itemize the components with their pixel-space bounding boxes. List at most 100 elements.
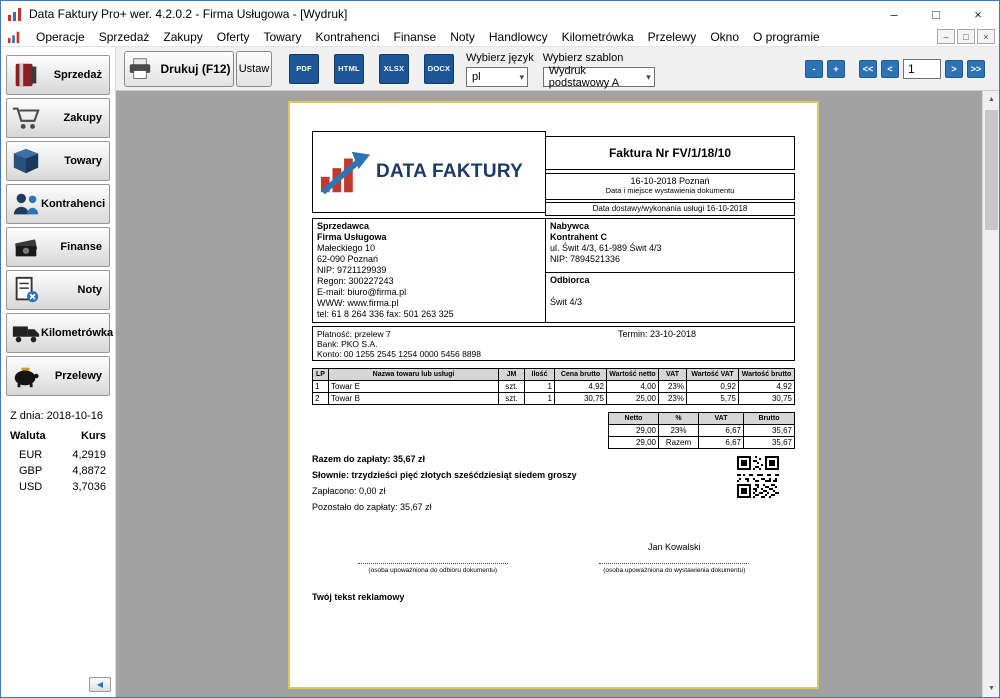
maximize-button[interactable]: □: [915, 1, 957, 27]
vat-header-row: Netto % VAT Brutto: [609, 413, 795, 425]
sidebar: Sprzedaż Zakupy Towary: [1, 47, 116, 697]
currency-rates-panel: Z dnia: 2018-10-16 Waluta Kurs EUR 4,291…: [1, 410, 115, 495]
rates-col-currency: Waluta: [10, 430, 46, 442]
menu-kontrahenci[interactable]: Kontrahenci: [308, 30, 386, 44]
menu-towary[interactable]: Towary: [256, 30, 308, 44]
signatures-section: (osoba upoważniona do odbioru dokumentu)…: [312, 542, 795, 574]
vat-summary-table: Netto % VAT Brutto 29,00 23%: [608, 412, 795, 449]
sidebar-item-przelewy[interactable]: Przelewy: [6, 356, 110, 396]
menu-przelewy[interactable]: Przelewy: [641, 30, 704, 44]
receiver-header: Odbiorca: [550, 275, 790, 286]
seller-header: Sprzedawca: [317, 221, 541, 232]
logo-text: DATA FAKTURY: [376, 161, 523, 183]
scrollbar-thumb[interactable]: [985, 110, 998, 230]
zoom-out-button[interactable]: -: [805, 60, 823, 78]
collapse-arrow-icon: ◀: [97, 680, 103, 689]
mdi-close-button[interactable]: ×: [977, 29, 995, 44]
export-pdf-button[interactable]: PDF: [289, 54, 319, 84]
minimize-button[interactable]: –: [873, 1, 915, 27]
page-number-input[interactable]: [903, 59, 941, 79]
print-button[interactable]: Drukuj (F12): [124, 51, 234, 87]
sidebar-item-sprzedaz[interactable]: Sprzedaż: [6, 55, 110, 95]
export-docx-button[interactable]: DOCX: [424, 54, 454, 84]
seller-line: Regon: 300227243: [317, 276, 541, 287]
sidebar-item-noty[interactable]: Noty: [6, 270, 110, 310]
dropdown-group: Wybierz język pl ▾ Wybierz szablon Wydru…: [466, 50, 655, 87]
seller-line: 62-090 Poznań: [317, 254, 541, 265]
sidebar-item-kontrahenci[interactable]: Kontrahenci: [6, 184, 110, 224]
prev-page-button[interactable]: <: [881, 60, 899, 78]
menubar: Operacje Sprzedaż Zakupy Oferty Towary K…: [1, 27, 999, 47]
seller-line: E-mail: biuro@firma.pl: [317, 287, 541, 298]
invoice-items-table: LP Nazwa towaru lub usługi JM Ilość Cena…: [312, 368, 795, 405]
logo-chart-icon: [319, 147, 373, 197]
seller-box: Sprzedawca Firma Usługowa Małeckiego 10 …: [312, 218, 546, 323]
payment-line: Konto: 00 1255 2545 1254 0000 5456 8898: [317, 349, 790, 359]
signature-line: [358, 555, 508, 564]
mdi-restore-button[interactable]: □: [957, 29, 975, 44]
sidebar-item-finanse[interactable]: Finanse: [6, 227, 110, 267]
first-page-button[interactable]: <<: [859, 60, 877, 78]
rate-value: 4,8872: [72, 465, 106, 477]
titlebar: Data Faktury Pro+ wer. 4.2.0.2 - Firma U…: [1, 1, 999, 27]
seller-line: NIP: 9721129939: [317, 265, 541, 276]
table-row: 29,00 Razem 6,67 35,67: [609, 437, 795, 449]
table-row: 1 Towar E szt. 1 4,92 4,00 23% 0,92 4,92: [313, 381, 795, 393]
menu-finanse[interactable]: Finanse: [387, 30, 444, 44]
menu-oferty[interactable]: Oferty: [210, 30, 257, 44]
menu-o-programie[interactable]: O programie: [746, 30, 827, 44]
rates-date: Z dnia: 2018-10-16: [10, 410, 106, 422]
menu-noty[interactable]: Noty: [443, 30, 482, 44]
rate-currency: EUR: [19, 449, 42, 461]
issuer-name: Jan Kowalski: [554, 542, 796, 555]
close-button[interactable]: ×: [957, 1, 999, 27]
settings-button-label: Ustaw: [239, 63, 270, 75]
chevron-down-icon: ▾: [519, 72, 524, 83]
export-html-button[interactable]: HTML: [334, 54, 364, 84]
menu-sprzedaz[interactable]: Sprzedaż: [92, 30, 157, 44]
menu-zakupy[interactable]: Zakupy: [156, 30, 209, 44]
template-select[interactable]: Wydruk podstawowy A ▾: [543, 67, 655, 87]
buyer-line: NIP: 7894521336: [550, 254, 790, 265]
signature-line: [599, 555, 749, 564]
zoom-in-button[interactable]: +: [827, 60, 845, 78]
menu-okno[interactable]: Okno: [703, 30, 746, 44]
menu-handlowcy[interactable]: Handlowcy: [482, 30, 555, 44]
advert-text: Twój tekst reklamowy: [312, 592, 795, 602]
main-area: Drukuj (F12) Ustaw PDF HTML XLSX DOCX Wy…: [116, 47, 999, 697]
menu-kilometrowka[interactable]: Kilometrówka: [555, 30, 641, 44]
sidebar-collapse-button[interactable]: ◀: [89, 677, 111, 692]
qr-code: [737, 456, 779, 498]
template-label: Wybierz szablon: [543, 52, 655, 64]
scroll-down-button[interactable]: ▼: [983, 680, 999, 697]
sidebar-item-label: Kilometrówka: [41, 327, 113, 339]
next-page-button[interactable]: >: [945, 60, 963, 78]
piggy-bank-icon: [11, 361, 41, 391]
sidebar-item-towary[interactable]: Towary: [6, 141, 110, 181]
sidebar-item-label: Noty: [41, 284, 102, 296]
scroll-up-button[interactable]: ▲: [983, 91, 999, 108]
printer-icon: [127, 58, 153, 80]
app-window: Data Faktury Pro+ wer. 4.2.0.2 - Firma U…: [0, 0, 1000, 698]
settings-button[interactable]: Ustaw: [236, 51, 272, 87]
vertical-scrollbar[interactable]: ▲ ▼: [982, 91, 999, 697]
export-xlsx-button[interactable]: XLSX: [379, 54, 409, 84]
sidebar-item-zakupy[interactable]: Zakupy: [6, 98, 110, 138]
rates-header: Waluta Kurs: [10, 430, 106, 442]
sidebar-item-label: Sprzedaż: [41, 69, 102, 81]
mdi-minimize-button[interactable]: –: [937, 29, 955, 44]
issue-date: 16-10-2018 Poznań: [546, 176, 794, 186]
delivery-date: Data dostawy/wykonania usługi 16-10-2018: [545, 202, 795, 216]
receiver-line: Świt 4/3: [550, 297, 790, 308]
language-select[interactable]: pl ▾: [466, 67, 528, 87]
issue-date-box: 16-10-2018 Poznań Data i miejsce wystawi…: [545, 173, 795, 200]
payment-line: Płatność: przelew 7: [317, 329, 790, 339]
total-due: Razem do zapłaty: 35,67 zł: [312, 454, 577, 464]
seller-line: WWW: www.firma.pl: [317, 298, 541, 309]
last-page-button[interactable]: >>: [967, 60, 985, 78]
mdi-controls: – □ ×: [937, 29, 999, 44]
menu-operacje[interactable]: Operacje: [29, 30, 92, 44]
sidebar-item-kilometrowka[interactable]: Kilometrówka: [6, 313, 110, 353]
language-select-value: pl: [472, 71, 481, 83]
print-toolbar: Drukuj (F12) Ustaw PDF HTML XLSX DOCX Wy…: [116, 47, 999, 91]
